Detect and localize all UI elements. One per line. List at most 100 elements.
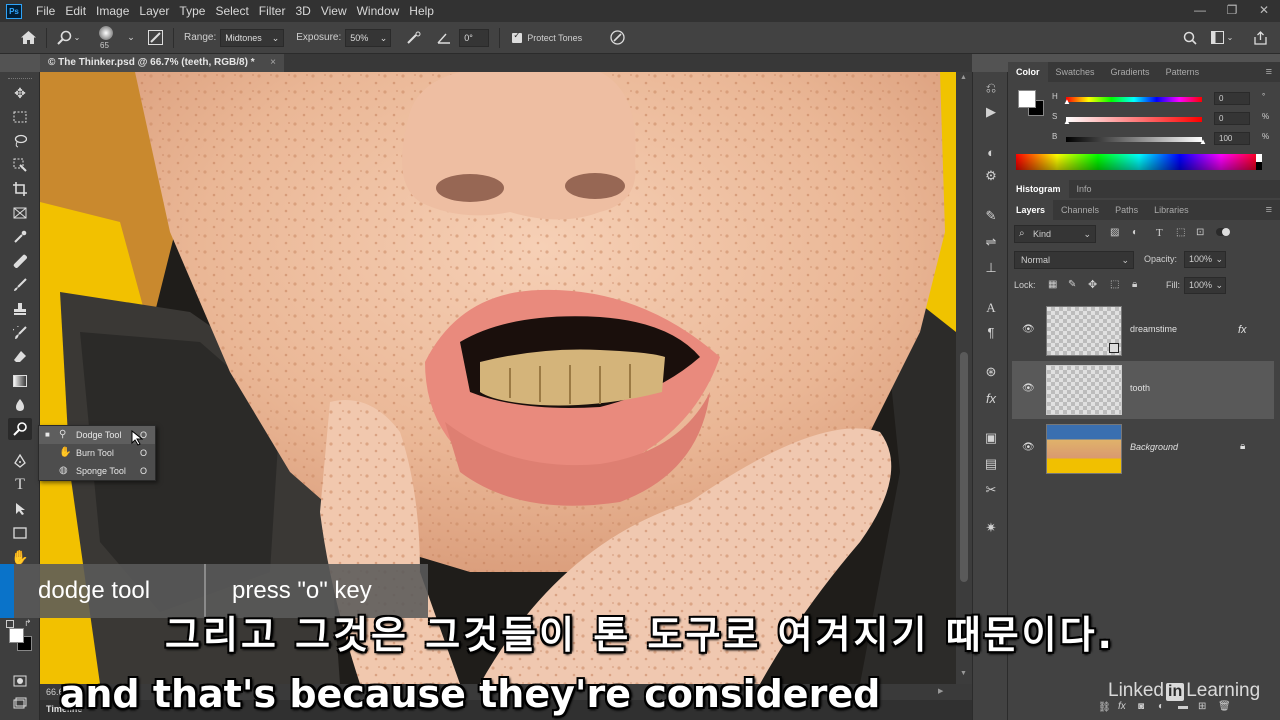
clone-stamp-tool-icon[interactable]	[8, 298, 32, 320]
new-group-icon[interactable]: ▬	[1178, 701, 1188, 712]
color-spectrum[interactable]	[1016, 154, 1262, 170]
object-selection-tool-icon[interactable]	[8, 154, 32, 176]
lock-pixels-icon[interactable]: ✎	[1068, 279, 1076, 290]
filter-shape-icon[interactable]: ⬚	[1176, 227, 1185, 238]
angle-input[interactable]: 0°	[459, 28, 490, 47]
home-icon[interactable]	[16, 31, 40, 44]
workspace-icon[interactable]: ⌄	[1208, 31, 1236, 44]
menu-file[interactable]: File	[31, 0, 60, 22]
tab-gradients[interactable]: Gradients	[1103, 62, 1158, 82]
range-select[interactable]: Midtones ⌄	[220, 28, 285, 47]
menu-view[interactable]: View	[316, 0, 352, 22]
brush-settings-icon[interactable]	[143, 30, 167, 45]
3d-icon[interactable]: ✷	[979, 518, 1003, 538]
hue-value[interactable]: 0	[1214, 92, 1250, 105]
tab-layers[interactable]: Layers	[1008, 200, 1054, 220]
libraries-icon[interactable]: ▣	[979, 428, 1003, 448]
foreground-color-swatch[interactable]	[1018, 90, 1036, 108]
pressure-icon[interactable]	[604, 30, 630, 45]
tab-color[interactable]: Color	[1008, 62, 1048, 82]
brush-settings-icon[interactable]: ✎	[979, 206, 1003, 226]
menu-3d[interactable]: 3D	[290, 0, 315, 22]
type-tool-icon[interactable]: T	[8, 474, 32, 496]
brush-preview[interactable]: 65	[89, 23, 125, 53]
filter-pixel-icon[interactable]: ▨	[1110, 227, 1119, 238]
marquee-tool-icon[interactable]	[8, 106, 32, 128]
crop-tool-icon[interactable]	[8, 178, 32, 200]
hue-thumb-icon[interactable]: ▲	[1063, 97, 1071, 106]
close-tab-icon[interactable]: ×	[270, 54, 276, 72]
path-selection-tool-icon[interactable]	[8, 498, 32, 520]
layer-row-tooth[interactable]: 👁︎ tooth	[1012, 361, 1274, 419]
opacity-input[interactable]: 100% ⌄	[1184, 251, 1226, 268]
eraser-tool-icon[interactable]	[8, 346, 32, 368]
saturation-track[interactable]	[1066, 117, 1202, 122]
paragraph-icon[interactable]: ¶	[979, 322, 1003, 342]
actions-play-icon[interactable]: ▶	[979, 102, 1003, 122]
eyedropper-tool-icon[interactable]	[8, 226, 32, 248]
layer-fx-icon[interactable]: fx	[1238, 324, 1247, 336]
delete-layer-icon[interactable]: 🗑︎	[1218, 701, 1231, 712]
layer-name[interactable]: tooth	[1130, 383, 1150, 393]
tab-info[interactable]: Info	[1069, 180, 1100, 198]
brightness-slider[interactable]: B ▲ 100 %	[1052, 132, 1278, 146]
lasso-tool-icon[interactable]	[8, 130, 32, 152]
layer-name[interactable]: dreamstime	[1130, 324, 1177, 334]
exposure-input[interactable]: 50% ⌄	[345, 28, 392, 47]
add-mask-icon[interactable]: ◙	[1138, 701, 1144, 712]
gradient-tool-icon[interactable]	[8, 370, 32, 392]
character-icon[interactable]: A	[979, 298, 1003, 318]
tab-paths[interactable]: Paths	[1107, 200, 1146, 220]
scrollbar-thumb[interactable]	[960, 352, 968, 582]
menu-help[interactable]: Help	[404, 0, 439, 22]
menu-layer[interactable]: Layer	[134, 0, 174, 22]
minimize-icon[interactable]: —	[1184, 0, 1216, 22]
menu-filter[interactable]: Filter	[254, 0, 291, 22]
brush-tool-icon[interactable]	[8, 274, 32, 296]
color-fg-bg-swatches[interactable]	[1018, 90, 1046, 118]
tab-channels[interactable]: Channels	[1053, 200, 1107, 220]
brightness-thumb-icon[interactable]: ▲	[1199, 137, 1207, 146]
filter-smart-object-icon[interactable]: ⊡	[1196, 227, 1204, 238]
menu-type[interactable]: Type	[174, 0, 210, 22]
layer-row-background[interactable]: 👁︎ Background 🔒︎	[1012, 420, 1274, 478]
fx-styles-icon[interactable]: fx	[979, 388, 1003, 408]
layer-name[interactable]: Background	[1130, 442, 1178, 452]
history-icon[interactable]: ⎌	[979, 78, 1003, 98]
tool-presets-icon[interactable]: ⇌	[979, 232, 1003, 252]
spectrum-white-black[interactable]	[1256, 154, 1262, 170]
filter-adjustment-icon[interactable]: ◐	[1132, 227, 1138, 238]
healing-brush-tool-icon[interactable]	[8, 250, 32, 272]
fill-input[interactable]: 100% ⌄	[1184, 277, 1226, 294]
tab-histogram[interactable]: Histogram	[1008, 180, 1069, 198]
saturation-thumb-icon[interactable]: ▲	[1063, 117, 1071, 126]
add-style-icon[interactable]: fx	[1118, 701, 1126, 712]
visibility-eye-icon[interactable]: 👁︎	[1022, 324, 1035, 335]
visibility-eye-icon[interactable]: 👁︎	[1022, 442, 1035, 453]
tab-swatches[interactable]: Swatches	[1048, 62, 1103, 82]
pen-tool-icon[interactable]	[8, 450, 32, 472]
flyout-sponge-tool[interactable]: ◍ Sponge Tool O	[39, 462, 155, 480]
move-tool-icon[interactable]: ✥	[8, 82, 32, 104]
menu-window[interactable]: Window	[352, 0, 405, 22]
lock-transparent-icon[interactable]: ▦	[1048, 279, 1057, 290]
scroll-up-icon[interactable]: ▲	[960, 74, 967, 81]
protect-tones-checkbox[interactable]: ✓	[512, 30, 523, 43]
saturation-value[interactable]: 0	[1214, 112, 1250, 125]
notes-icon[interactable]: ▤	[979, 454, 1003, 474]
restore-icon[interactable]: ❐	[1216, 0, 1248, 22]
panel-menu-icon[interactable]: ≡	[1266, 66, 1272, 78]
menu-image[interactable]: Image	[91, 0, 134, 22]
menu-edit[interactable]: Edit	[60, 0, 91, 22]
brightness-value[interactable]: 100	[1214, 132, 1250, 145]
dodge-preset-icon[interactable]: ⌄	[53, 30, 83, 46]
rectangle-tool-icon[interactable]	[8, 522, 32, 544]
tab-libraries[interactable]: Libraries	[1146, 200, 1197, 220]
tool-scissors-icon[interactable]: ✂	[979, 480, 1003, 500]
filter-type-icon[interactable]: T	[1156, 227, 1163, 239]
properties-icon[interactable]: ⚙	[979, 166, 1003, 186]
blend-mode-select[interactable]: Normal ⌄	[1014, 251, 1134, 269]
history-brush-tool-icon[interactable]	[8, 322, 32, 344]
kind-filter-select[interactable]: ⌕ Kind ⌄	[1014, 225, 1096, 243]
vertical-scrollbar[interactable]: ▲ ▼	[956, 72, 972, 684]
